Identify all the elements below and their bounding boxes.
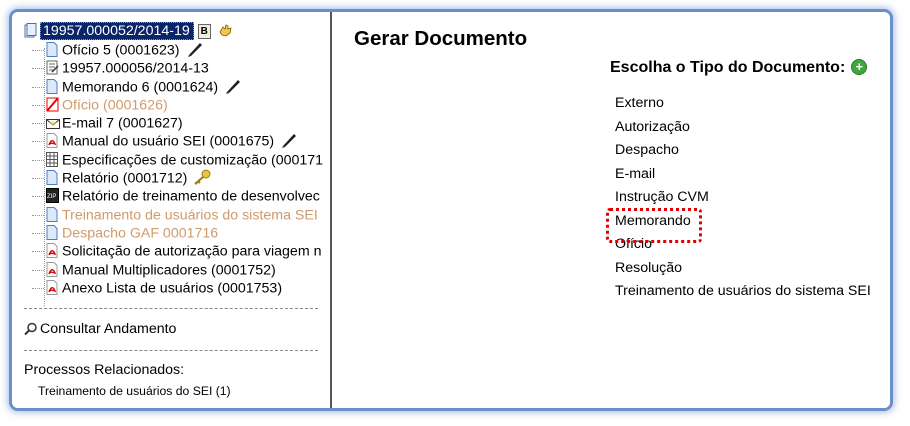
choose-type-text: Escolha o Tipo do Documento:	[610, 59, 846, 76]
tree-item[interactable]: Treinamento de usuários do sistema SEI	[24, 206, 330, 224]
tree-item[interactable]: Ofício (0001626)	[24, 96, 330, 114]
tree-item-label[interactable]: Ofício (0001626)	[62, 97, 168, 113]
tree-item-label[interactable]: Relatório (0001712)	[62, 170, 187, 186]
divider	[24, 308, 318, 309]
process-tree-panel: 19957.000052/2014-19 B Ofício 5 (0001623)…	[12, 12, 332, 408]
signature-pen-icon[interactable]	[224, 78, 242, 94]
tree-item[interactable]: Memorando 6 (0001624)	[24, 78, 330, 96]
pdf-icon	[46, 133, 59, 149]
main-panel: Gerar Documento Escolha o Tipo do Docume…	[332, 12, 890, 408]
process-tree: 19957.000052/2014-19 B Ofício 5 (0001623)…	[24, 22, 330, 306]
tree-item-label[interactable]: Manual Multiplicadores (0001752)	[62, 262, 276, 278]
tree-item-label[interactable]: Relatório de treinamento de desenvolvec	[62, 189, 320, 205]
tree-item[interactable]: Especificações de customização (000171	[24, 151, 330, 169]
tree-connector	[32, 123, 44, 125]
pdf-icon	[46, 279, 59, 295]
tree-item[interactable]: E-mail 7 (0001627)	[24, 114, 330, 132]
document-type-externo[interactable]: Externo	[615, 92, 871, 116]
email-icon	[46, 117, 60, 132]
tree-item-label[interactable]: Anexo Lista de usuários (0001753)	[62, 280, 282, 296]
tree-connector	[32, 178, 44, 180]
consultar-andamento-label: Consultar Andamento	[40, 321, 177, 337]
tree-connector	[32, 86, 44, 88]
signature-pen-icon[interactable]	[186, 41, 204, 57]
hand-icon[interactable]	[218, 23, 232, 38]
key-icon[interactable]	[192, 169, 212, 185]
tree-item-label[interactable]: Especificações de customização (000171	[62, 152, 323, 168]
doc-icon	[46, 224, 59, 240]
doc-icon	[46, 78, 59, 94]
document-type-resolu-o[interactable]: Resolução	[615, 257, 871, 281]
doc-icon	[46, 42, 59, 57]
plus-icon[interactable]: +	[851, 59, 868, 75]
zip-icon: ZIP	[46, 188, 59, 204]
doc-icon	[46, 170, 59, 186]
processos-relacionados-title: Processos Relacionados:	[24, 362, 185, 378]
tree-root[interactable]: 19957.000052/2014-19 B	[24, 22, 330, 41]
folder-icon	[24, 23, 37, 38]
tree-item[interactable]: ZIP Relatório de treinamento de desenvolv…	[24, 187, 330, 205]
tree-connector	[32, 287, 44, 289]
tree-item[interactable]: Solicitação de autorização para viagem n	[24, 242, 330, 260]
tree-connector	[32, 50, 44, 51]
tree-item[interactable]: Relatório (0001712)	[24, 169, 330, 187]
pdf-icon	[46, 243, 59, 259]
tree-item-label[interactable]: Treinamento de usuários do sistema SEI	[62, 207, 318, 223]
tree-connector	[32, 196, 44, 198]
process-icon	[46, 60, 59, 75]
document-type-autoriza-o[interactable]: Autorização	[615, 116, 871, 140]
tree-connector	[32, 232, 44, 234]
choose-type-label: Escolha o Tipo do Documento: +	[610, 59, 868, 77]
page-title: Gerar Documento	[354, 27, 528, 50]
tree-item-label[interactable]: Memorando 6 (0001624)	[62, 79, 218, 95]
tree-connector	[32, 251, 44, 253]
document-type-instru-o-cvm[interactable]: Instrução CVM	[615, 186, 871, 210]
doc-icon	[46, 206, 59, 222]
tree-connector	[32, 68, 44, 70]
tree-item[interactable]: Manual do usuário SEI (0001675)	[24, 132, 330, 150]
tree-item[interactable]: 19957.000056/2014-13	[24, 59, 330, 77]
tree-connector	[32, 104, 44, 106]
document-type-treinamento-de-usu-rios-do-sistema-sei[interactable]: Treinamento de usuários do sistema SEI	[615, 280, 871, 304]
tree-item-label[interactable]: Ofício 5 (0001623)	[62, 42, 180, 58]
pdf-icon	[46, 261, 59, 277]
document-type-list: Externo Autorização Despacho E-mail Instruçã…	[615, 92, 871, 304]
consultar-andamento-link[interactable]: Consultar Andamento	[24, 321, 176, 337]
highlight-box	[606, 208, 702, 243]
document-type-despacho[interactable]: Despacho	[615, 139, 871, 163]
root-process-number[interactable]: 19957.000052/2014-19	[40, 22, 194, 41]
tree-item[interactable]: Ofício 5 (0001623)	[24, 41, 330, 59]
document-type-e-mail[interactable]: E-mail	[615, 163, 871, 187]
tree-item[interactable]: Despacho GAF 0001716	[24, 224, 330, 242]
tree-item-label[interactable]: E-mail 7 (0001627)	[62, 115, 183, 131]
signature-pen-icon[interactable]	[280, 132, 298, 149]
tree-connector	[32, 141, 44, 143]
tree-connector	[32, 269, 44, 271]
tree-item[interactable]: Anexo Lista de usuários (0001753)	[24, 279, 330, 297]
tree-connector	[32, 159, 44, 161]
tree-item-label[interactable]: Solicitação de autorização para viagem n	[62, 244, 321, 260]
cancelled-icon	[46, 97, 59, 112]
tree-item-label[interactable]: Despacho GAF 0001716	[62, 225, 218, 241]
tree-item[interactable]: Manual Multiplicadores (0001752)	[24, 261, 330, 279]
window-frame: 19957.000052/2014-19 B Ofício 5 (0001623)…	[12, 12, 890, 408]
tree-item-label[interactable]: Manual do usuário SEI (0001675)	[62, 134, 274, 150]
spreadsheet-icon	[46, 151, 59, 167]
tree-item-label[interactable]: 19957.000056/2014-13	[62, 61, 209, 77]
bloco-button[interactable]: B	[197, 23, 211, 39]
related-process-link[interactable]: Treinamento de usuários do SEI (1)	[38, 384, 231, 398]
svg-text:ZIP: ZIP	[47, 194, 56, 200]
tree-connector	[32, 214, 44, 216]
magnifier-icon	[24, 322, 37, 337]
divider	[24, 350, 318, 351]
